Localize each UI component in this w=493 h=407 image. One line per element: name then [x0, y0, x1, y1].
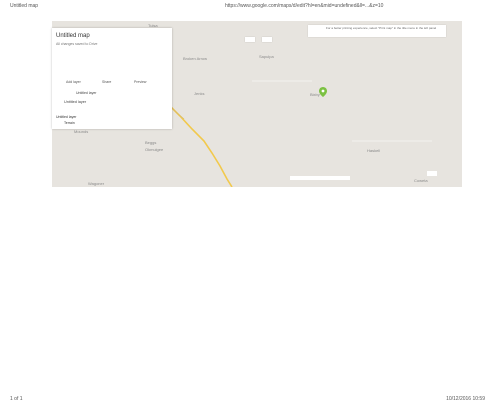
- print-notice: For a better printing experience, select…: [308, 25, 446, 37]
- scale-bar: [290, 176, 350, 180]
- print-datetime: 10/12/2016 10:59: [446, 396, 485, 402]
- place-label: Mounds: [74, 129, 89, 134]
- save-status: All changes saved to Drive: [56, 42, 98, 46]
- layer-name[interactable]: Untitled layer: [76, 91, 96, 95]
- place-label: Coweta: [414, 178, 428, 183]
- place-label: Haskell: [367, 148, 381, 153]
- notice-text: For a better printing experience, select…: [326, 26, 437, 30]
- basemap-value[interactable]: Terrain: [64, 121, 75, 125]
- layer-label: Untitled layer: [64, 100, 87, 104]
- place-label: Okmulgee: [145, 147, 164, 152]
- preview-button[interactable]: Preview: [134, 80, 146, 84]
- map-title[interactable]: Untitled map: [56, 33, 90, 39]
- share-button[interactable]: Share: [102, 80, 111, 84]
- add-layer-button[interactable]: Add layer: [66, 80, 81, 84]
- place-label: Sapulpa: [259, 54, 274, 59]
- header-title: Untitled map: [10, 3, 39, 9]
- page-number: 1 of 1: [10, 396, 23, 402]
- map-legend-panel: Untitled map All changes saved to Drive …: [52, 28, 172, 129]
- place-label: Beggs: [145, 140, 157, 145]
- header-url: https://www.google.com/maps/d/edit?hl=en…: [225, 3, 384, 9]
- place-label: Wagoner: [88, 181, 105, 186]
- map-control-button[interactable]: [262, 37, 272, 42]
- map-control-button[interactable]: [245, 37, 255, 42]
- place-label: Jenks: [194, 91, 205, 96]
- place-label: Broken Arrow: [183, 56, 208, 61]
- map-pin-icon[interactable]: [319, 84, 327, 102]
- map-attribution: [427, 171, 437, 176]
- basemap-label: Untitled layer: [56, 115, 77, 119]
- print-header: Untitled map https://www.google.com/maps…: [0, 0, 493, 14]
